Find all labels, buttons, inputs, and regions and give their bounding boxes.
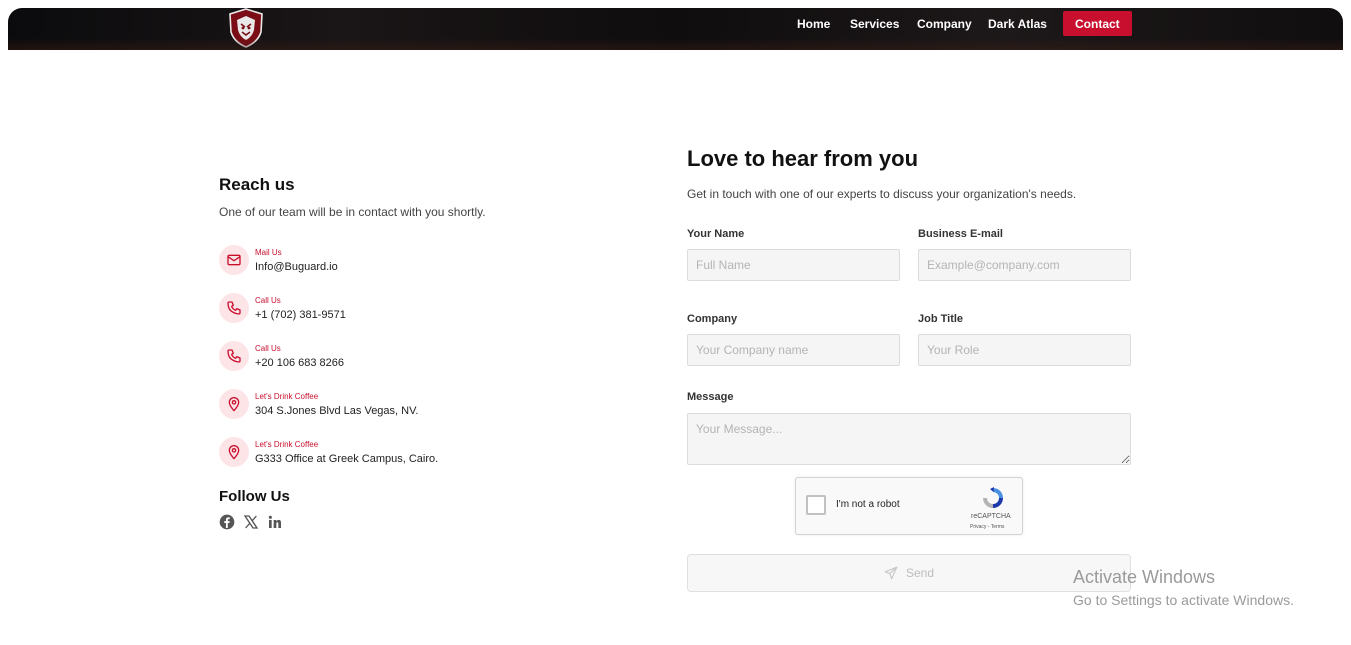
location-pin-icon: [228, 445, 240, 460]
form-subtitle: Get in touch with one of our experts to …: [687, 187, 1077, 201]
contact-item-phone-us[interactable]: Call Us +1 (702) 381-9571: [219, 293, 539, 325]
name-label: Your Name: [687, 228, 745, 240]
name-input[interactable]: [687, 249, 900, 281]
recaptcha-brand: reCAPTCHA: [971, 513, 1011, 520]
windows-activation-title: Activate Windows: [1073, 567, 1216, 587]
nav-company[interactable]: Company: [917, 17, 972, 31]
message-textarea[interactable]: [687, 413, 1131, 465]
recaptcha-logo-icon: [983, 487, 1003, 508]
contact-item-label: Call Us: [255, 344, 281, 353]
site-header: Home Services Company Dark Atlas Contact: [8, 8, 1343, 50]
message-label: Message: [687, 391, 734, 403]
recaptcha-text: I'm not a robot: [836, 499, 900, 510]
phone-icon: [227, 349, 241, 363]
contact-item-value: 304 S.Jones Blvd Las Vegas, NV.: [255, 405, 419, 417]
facebook-icon[interactable]: [219, 514, 235, 530]
shield-mask-logo-icon[interactable]: [228, 8, 264, 48]
recaptcha-checkbox[interactable]: [806, 495, 826, 515]
recaptcha-widget: I'm not a robot reCAPTCHA Privacy - Term…: [795, 477, 1023, 535]
nav-services[interactable]: Services: [850, 17, 899, 31]
contact-item-value: +1 (702) 381-9571: [255, 309, 346, 321]
contact-item-value: Info@Buguard.io: [255, 261, 338, 273]
nav-home[interactable]: Home: [797, 17, 830, 31]
contact-item-mail[interactable]: Mail Us Info@Buguard.io: [219, 245, 539, 277]
reach-us-subtitle: One of our team will be in contact with …: [219, 205, 486, 219]
linkedin-icon[interactable]: [267, 514, 283, 530]
job-title-label: Job Title: [918, 313, 964, 325]
job-title-input[interactable]: [918, 334, 1131, 366]
recaptcha-links[interactable]: Privacy - Terms: [970, 524, 1004, 530]
reach-us-title: Reach us: [219, 175, 295, 194]
contact-item-label: Call Us: [255, 296, 281, 305]
contact-item-location-cairo[interactable]: Let's Drink Coffee G333 Office at Greek …: [219, 437, 539, 469]
mail-icon: [227, 254, 241, 266]
form-title: Love to hear from you: [687, 146, 919, 171]
windows-activation-subtitle: Go to Settings to activate Windows.: [1073, 592, 1294, 608]
x-icon[interactable]: [243, 514, 259, 530]
send-label: Send: [905, 566, 935, 580]
paper-plane-icon: [884, 566, 898, 580]
email-label: Business E-mail: [918, 228, 1003, 240]
contact-item-value: +20 106 683 8266: [255, 357, 345, 369]
location-pin-icon: [228, 397, 240, 412]
phone-icon: [227, 301, 241, 315]
contact-item-label: Let's Drink Coffee: [255, 392, 319, 401]
nav-dark-atlas[interactable]: Dark Atlas: [988, 17, 1047, 31]
email-input[interactable]: [918, 249, 1131, 281]
contact-item-location-vegas[interactable]: Let's Drink Coffee 304 S.Jones Blvd Las …: [219, 389, 539, 421]
contact-item-label: Let's Drink Coffee: [255, 440, 319, 449]
contact-button[interactable]: Contact: [1063, 11, 1132, 36]
contact-item-phone-eg[interactable]: Call Us +20 106 683 8266: [219, 341, 539, 373]
company-label: Company: [687, 313, 738, 325]
company-input[interactable]: [687, 334, 900, 366]
follow-us-title: Follow Us: [219, 488, 290, 505]
contact-item-value: G333 Office at Greek Campus, Cairo.: [255, 453, 439, 465]
contact-item-label: Mail Us: [255, 248, 282, 257]
send-button[interactable]: Send: [687, 554, 1131, 592]
